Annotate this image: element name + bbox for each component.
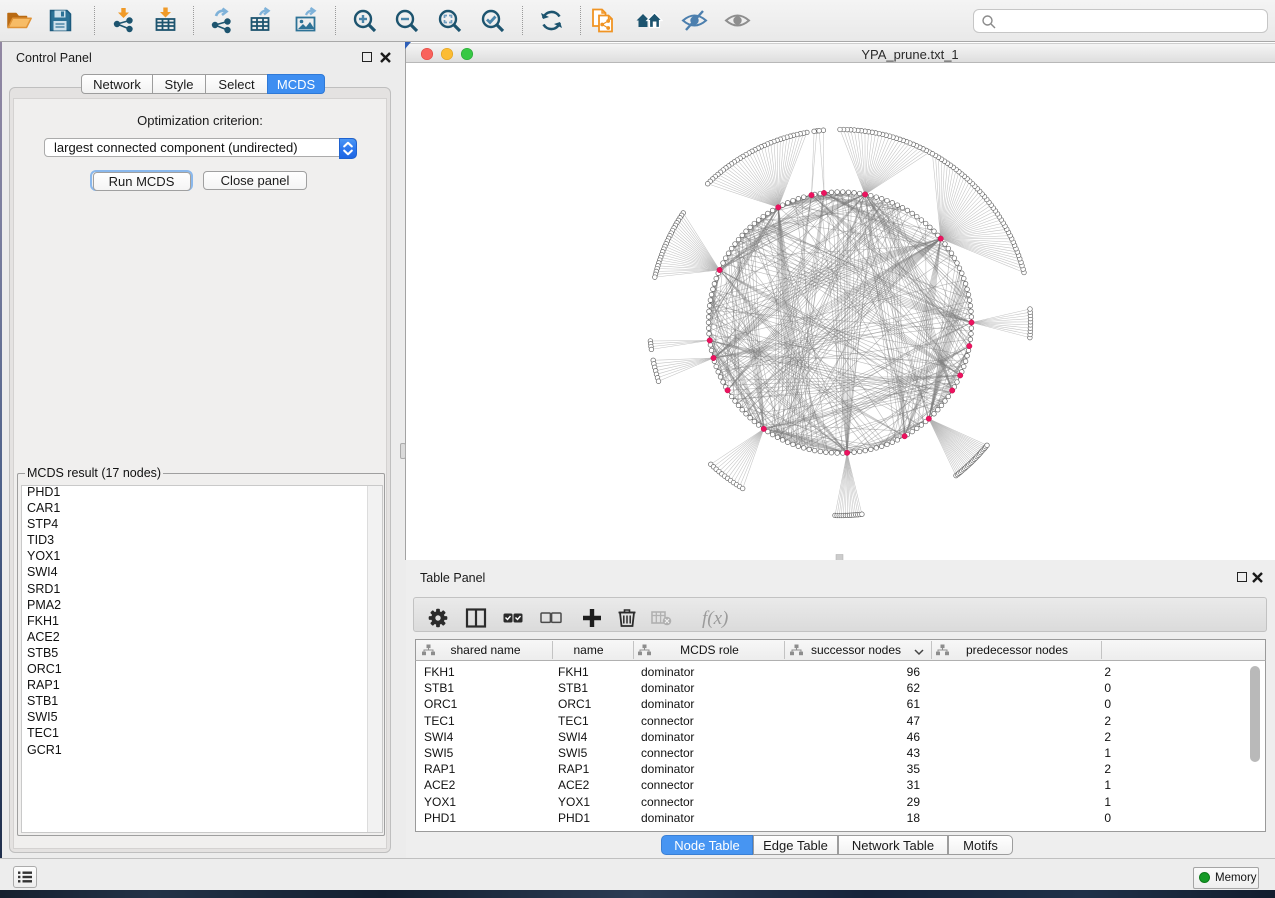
svg-text:f(x): f(x) <box>702 608 728 629</box>
